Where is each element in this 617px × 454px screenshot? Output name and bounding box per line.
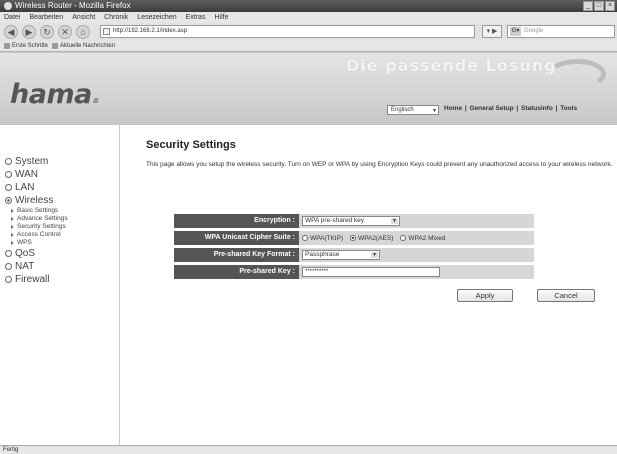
arrow-right-icon	[11, 241, 14, 245]
search-placeholder: Google	[524, 28, 544, 34]
menu-extras[interactable]: Extras	[186, 14, 206, 21]
window-title: Wireless Router - Mozilla Firefox	[15, 1, 131, 10]
nav-statusinfo[interactable]: Statusinfo	[520, 105, 554, 112]
back-button[interactable]: ◀	[4, 25, 18, 39]
navigation-toolbar: ◀ ▶ ↻ ✕ ⌂ http://192.168.2.1/index.asp ▾…	[0, 23, 617, 41]
key-format-select[interactable]: Passphrase ▼	[302, 250, 380, 260]
chevron-down-icon: ▼	[391, 218, 398, 224]
radio-bullet-icon	[5, 171, 12, 178]
search-input[interactable]: G▾ Google	[507, 25, 615, 38]
menu-lesezeichen[interactable]: Lesezeichen	[137, 14, 176, 21]
bookmarks-toolbar: Erste Schritte Aktuelle Nachrichten	[0, 41, 617, 52]
sidebar: System WAN LAN Wireless Basic Settings A…	[0, 125, 120, 445]
menu-ansicht[interactable]: Ansicht	[72, 14, 95, 21]
status-bar: Fertig	[0, 445, 617, 454]
chevron-down-icon: ▼	[371, 252, 378, 258]
sidebar-subitem-basic-settings[interactable]: Basic Settings	[5, 207, 119, 215]
apply-button[interactable]: Apply	[457, 289, 513, 302]
sidebar-subitem-access-control[interactable]: Access Control	[5, 231, 119, 239]
rss-icon	[52, 43, 59, 49]
menu-bearbeiten[interactable]: Bearbeiten	[29, 14, 63, 21]
arrow-right-icon	[11, 217, 14, 221]
radio-bullet-icon	[5, 263, 12, 270]
sidebar-item-qos[interactable]: QoS	[5, 247, 119, 260]
stop-button[interactable]: ✕	[58, 25, 72, 39]
sidebar-item-wan[interactable]: WAN	[5, 168, 119, 181]
url-text: http://192.168.2.1/index.asp	[113, 28, 188, 34]
bookmark-icon	[4, 43, 10, 49]
radio-wpa2-mixed[interactable]: WPA2 Mixed	[400, 235, 445, 242]
maximize-button[interactable]: □	[594, 1, 604, 11]
cipher-row: WPA Unicast Cipher Suite : WPA(TKIP) WPA…	[174, 231, 534, 245]
pre-shared-key-row: Pre-shared Key : **********	[174, 265, 534, 279]
bookmark-erste-schritte[interactable]: Erste Schritte	[4, 43, 48, 49]
sidebar-subitem-security-settings[interactable]: Security Settings	[5, 223, 119, 231]
page-viewport: hama. Die passende Lösung Englisch ▼ Hom…	[0, 53, 617, 445]
window-titlebar: Wireless Router - Mozilla Firefox _ □ ×	[0, 0, 617, 12]
radio-bullet-icon	[5, 250, 12, 257]
reload-button[interactable]: ↻	[40, 25, 54, 39]
sidebar-item-lan[interactable]: LAN	[5, 181, 119, 194]
language-select[interactable]: Englisch ▼	[387, 105, 439, 115]
radio-bullet-icon	[5, 184, 12, 191]
cancel-button[interactable]: Cancel	[537, 289, 595, 302]
sidebar-item-nat[interactable]: NAT	[5, 260, 119, 273]
arrow-right-icon	[11, 225, 14, 229]
sidebar-item-system[interactable]: System	[5, 155, 119, 168]
minimize-button[interactable]: _	[583, 1, 593, 11]
radio-bullet-icon	[5, 276, 12, 283]
encryption-label: Encryption :	[174, 214, 299, 228]
google-icon[interactable]: G▾	[510, 27, 521, 36]
top-navigation: Home | General Setup | Statusinfo | Tool…	[443, 105, 578, 112]
forward-button[interactable]: ▶	[22, 25, 36, 39]
go-button[interactable]: ▾ ▶	[482, 25, 502, 38]
url-input[interactable]: http://192.168.2.1/index.asp	[100, 25, 475, 38]
key-format-row: Pre-shared Key Format : Passphrase ▼	[174, 248, 534, 262]
nav-tools[interactable]: Tools	[559, 105, 578, 112]
arrow-right-icon	[11, 209, 14, 213]
sidebar-item-firewall[interactable]: Firewall	[5, 273, 119, 286]
nav-general-setup[interactable]: General Setup	[469, 105, 515, 112]
pre-shared-key-label: Pre-shared Key :	[174, 265, 299, 279]
page-description: This page allows you setup the wireless …	[146, 161, 613, 168]
close-button[interactable]: ×	[605, 1, 615, 11]
menu-chronik[interactable]: Chronik	[104, 14, 128, 21]
router-header: hama. Die passende Lösung Englisch ▼ Hom…	[0, 53, 617, 125]
nav-home[interactable]: Home	[443, 105, 463, 112]
sidebar-subitem-advance-settings[interactable]: Advance Settings	[5, 215, 119, 223]
page-icon	[103, 28, 110, 35]
menubar: Datei Bearbeiten Ansicht Chronik Lesezei…	[0, 12, 617, 23]
radio-icon	[400, 235, 407, 241]
pre-shared-key-input[interactable]: **********	[302, 267, 440, 277]
firefox-icon	[4, 2, 12, 10]
menu-datei[interactable]: Datei	[4, 14, 20, 21]
swoosh-graphic	[548, 59, 606, 89]
radio-checked-icon	[350, 235, 357, 241]
hama-logo: hama.	[10, 79, 102, 110]
menu-hilfe[interactable]: Hilfe	[214, 14, 228, 21]
encryption-select[interactable]: WPA pre-shared key ▼	[302, 216, 400, 226]
radio-wpa-tkip[interactable]: WPA(TKIP)	[302, 235, 343, 242]
bookmark-aktuelle-nachrichten[interactable]: Aktuelle Nachrichten	[52, 43, 115, 49]
tagline: Die passende Lösung	[346, 56, 557, 75]
radio-bullet-icon	[5, 158, 12, 165]
key-format-label: Pre-shared Key Format :	[174, 248, 299, 262]
radio-wpa2-aes[interactable]: WPA2(AES)	[350, 235, 393, 242]
radio-icon	[302, 235, 308, 241]
sidebar-subitem-wps[interactable]: WPS	[5, 239, 119, 247]
encryption-row: Encryption : WPA pre-shared key ▼	[174, 214, 534, 228]
window-controls: _ □ ×	[583, 1, 615, 11]
chevron-down-icon: ▼	[432, 108, 437, 114]
radio-bullet-icon	[5, 197, 12, 204]
sidebar-item-wireless[interactable]: Wireless	[5, 194, 119, 207]
cipher-label: WPA Unicast Cipher Suite :	[174, 231, 299, 245]
page-title: Security Settings	[146, 139, 236, 151]
arrow-right-icon	[11, 233, 14, 237]
main-content: Security Settings This page allows you s…	[120, 125, 617, 445]
home-button[interactable]: ⌂	[76, 25, 90, 39]
